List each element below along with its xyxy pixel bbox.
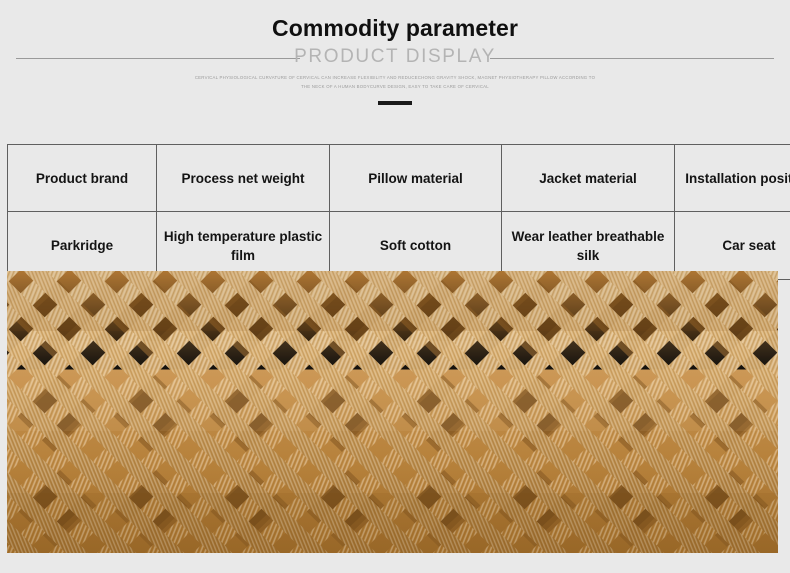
table-cell-pillow-material: Soft cotton — [329, 211, 502, 280]
page-title: Commodity parameter — [271, 15, 519, 41]
product-photo: https://it.aliexpress.com/store/137110 — [7, 271, 778, 553]
table-header-row: Product brand Process net weight Pillow … — [7, 144, 790, 212]
table-cell-product-brand: Parkridge — [7, 211, 157, 280]
table-cell-process-net-weight: High temperature plastic film — [156, 211, 330, 280]
table-header-cell-pillow-material: Pillow material — [329, 144, 502, 212]
woven-mesh-texture — [7, 271, 778, 553]
table-row: Parkridge High temperature plastic film … — [7, 211, 790, 280]
table-header-cell-product-brand: Product brand — [7, 144, 157, 212]
accent-dash — [378, 101, 412, 105]
spec-table-wrapper: Product brand Process net weight Pillow … — [7, 144, 790, 280]
product-description-page: Commodity parameter PRODUCT DISPLAY CERV… — [0, 0, 790, 573]
spec-table: Product brand Process net weight Pillow … — [7, 144, 790, 280]
header-description: CERVICAL PHYSIOLOGICAL CURVATURE OF CERV… — [194, 75, 596, 89]
header: Commodity parameter PRODUCT DISPLAY CERV… — [0, 0, 790, 105]
table-header-cell-process-net-weight: Process net weight — [156, 144, 330, 212]
table-header-cell-jacket-material: Jacket material — [501, 144, 675, 212]
table-cell-jacket-material: Wear leather breathable silk — [501, 211, 675, 280]
table-cell-installation-position: Car seat — [674, 211, 790, 280]
bottom-strip — [0, 553, 790, 573]
table-header-cell-installation-position: Installation position — [674, 144, 790, 212]
subtitle-row: PRODUCT DISPLAY — [0, 45, 790, 71]
subtitle-english: PRODUCT DISPLAY — [294, 46, 496, 67]
